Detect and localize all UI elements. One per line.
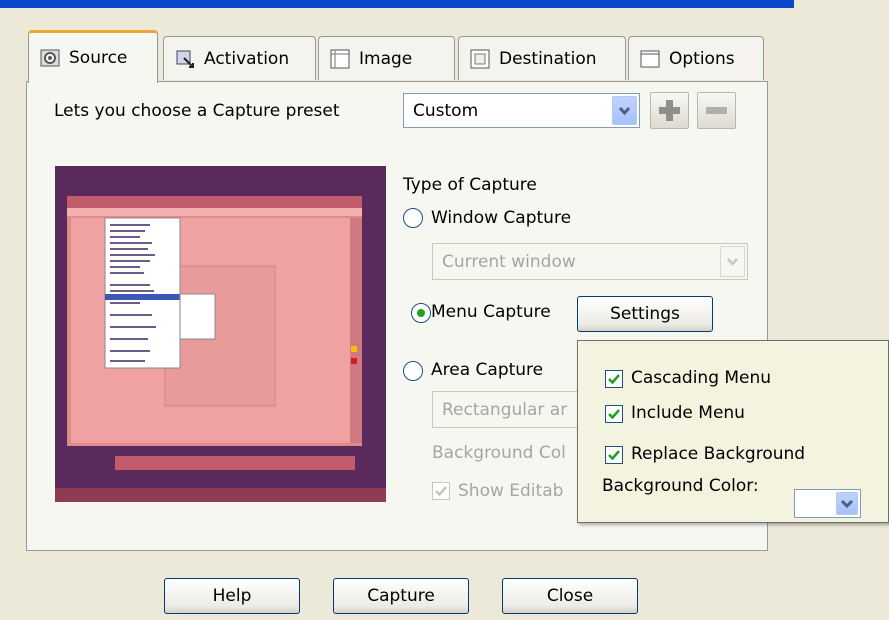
- show-editable-checkbox[interactable]: [432, 482, 450, 500]
- area-capture-label: Area Capture: [431, 360, 544, 380]
- capture-dialog: { "tabs": [ {"label": "Source", "icon": …: [0, 0, 889, 620]
- preset-label: Lets you choose a Capture preset: [54, 101, 340, 121]
- plus-icon: [659, 100, 680, 121]
- include-menu-checkbox[interactable]: [605, 405, 623, 423]
- area-capture-radio[interactable]: [403, 361, 423, 381]
- capture-type-label: Type of Capture: [403, 175, 537, 195]
- capture-button[interactable]: Capture: [333, 578, 469, 614]
- capture-preview-image: [55, 166, 386, 502]
- help-button[interactable]: Help: [164, 578, 300, 614]
- chevron-down-icon: [720, 246, 745, 277]
- chevron-down-icon[interactable]: [836, 492, 858, 515]
- cascading-menu-checkbox[interactable]: [605, 370, 623, 388]
- close-button[interactable]: Close: [502, 578, 638, 614]
- destination-icon: [469, 48, 491, 70]
- window-title-bar: [0, 0, 889, 8]
- tab-image-label: Image: [359, 48, 413, 69]
- activation-icon: [174, 48, 196, 70]
- show-editable-label: Show Editab: [458, 481, 564, 501]
- options-icon: [639, 48, 661, 70]
- source-icon: [39, 47, 61, 69]
- menu-settings-popup: Cascading Menu Include Menu Replace Back…: [577, 340, 889, 523]
- background-color-popup-label: Background Color:: [602, 476, 759, 496]
- tab-destination[interactable]: Destination: [458, 36, 626, 80]
- add-preset-button[interactable]: [650, 92, 689, 129]
- remove-preset-button[interactable]: [697, 92, 736, 129]
- window-capture-value: Current window: [442, 252, 576, 272]
- area-capture-select[interactable]: Rectangular ar: [432, 391, 592, 428]
- tab-options-label: Options: [669, 48, 735, 69]
- window-capture-label: Window Capture: [431, 208, 572, 228]
- tab-image[interactable]: Image: [318, 36, 455, 80]
- tab-activation[interactable]: Activation: [163, 36, 316, 80]
- tab-destination-label: Destination: [499, 48, 597, 69]
- window-capture-radio[interactable]: [403, 208, 423, 228]
- area-capture-value: Rectangular ar: [442, 400, 568, 420]
- window-capture-select[interactable]: Current window: [432, 243, 748, 280]
- minus-icon: [706, 107, 727, 114]
- tab-source-label: Source: [69, 48, 128, 68]
- tab-options[interactable]: Options: [628, 36, 764, 80]
- tab-activation-label: Activation: [204, 48, 290, 69]
- image-icon: [329, 48, 351, 70]
- settings-button[interactable]: Settings: [577, 296, 713, 332]
- background-color-label: Background Col: [432, 443, 566, 463]
- replace-background-label: Replace Background: [631, 444, 806, 464]
- menu-capture-radio[interactable]: [411, 303, 431, 323]
- replace-background-checkbox[interactable]: [605, 446, 623, 464]
- preset-value: Custom: [413, 101, 479, 121]
- include-menu-label: Include Menu: [631, 403, 745, 423]
- cascading-menu-label: Cascading Menu: [631, 368, 772, 388]
- background-color-select[interactable]: [794, 489, 861, 518]
- tab-source[interactable]: Source: [28, 30, 158, 83]
- preset-select[interactable]: Custom: [403, 93, 640, 128]
- menu-capture-label: Menu Capture: [431, 302, 551, 322]
- chevron-down-icon[interactable]: [612, 96, 637, 125]
- window-right-edge: [794, 0, 889, 620]
